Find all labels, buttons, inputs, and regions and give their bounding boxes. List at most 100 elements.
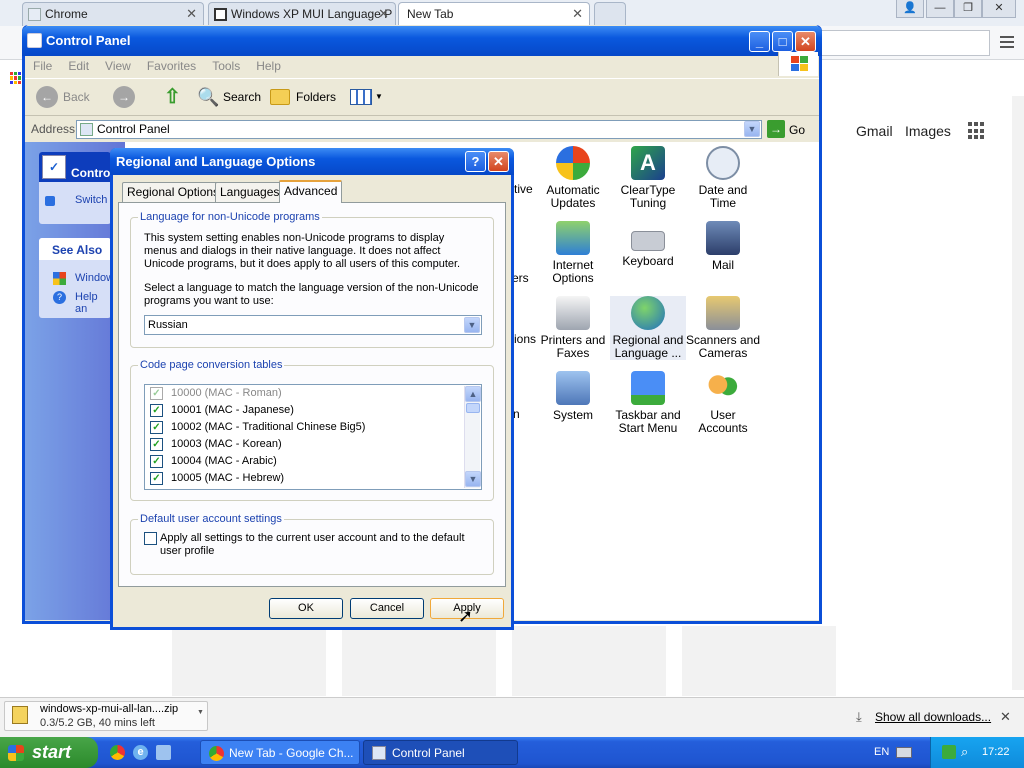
list-item[interactable]: ✓ 10003 (MAC - Korean): [150, 436, 282, 453]
checkbox[interactable]: ✓: [150, 420, 163, 434]
maximize-button[interactable]: □: [772, 31, 793, 52]
apps-icon[interactable]: [10, 72, 22, 84]
chrome-tab-new-tab[interactable]: New Tab ✕: [398, 2, 590, 26]
list-item[interactable]: ✓ 10000 (MAC - Roman): [150, 385, 282, 402]
search-button[interactable]: Search: [223, 86, 261, 108]
list-item[interactable]: ✓ 10005 (MAC - Hebrew): [150, 470, 284, 487]
taskbar-item-control-panel[interactable]: Control Panel: [363, 740, 518, 765]
menu-file[interactable]: File: [25, 56, 60, 76]
go-arrow-icon[interactable]: →: [767, 120, 785, 138]
back-button[interactable]: Back: [63, 86, 90, 108]
most-visited-tile[interactable]: [512, 626, 666, 696]
close-button[interactable]: ✕: [795, 31, 816, 52]
user-accounts-item[interactable]: User Accounts: [685, 371, 761, 435]
search-icon[interactable]: ⌕: [961, 744, 968, 760]
tab-languages[interactable]: Languages: [215, 182, 285, 202]
checkbox[interactable]: ✓: [150, 437, 163, 451]
security-icon[interactable]: [942, 745, 956, 759]
apply-all-checkbox[interactable]: [144, 532, 157, 545]
views-icon[interactable]: [350, 89, 372, 105]
scanners-and-cameras-item[interactable]: Scanners and Cameras: [685, 296, 761, 360]
google-apps-icon[interactable]: [968, 122, 986, 140]
list-scrollbar[interactable]: ▲ ▼: [464, 386, 481, 488]
omnibox[interactable]: [820, 30, 990, 56]
new-tab-button[interactable]: [594, 2, 626, 26]
chevron-down-icon[interactable]: ▼: [464, 317, 480, 333]
regional-and-language-item[interactable]: Regional and Language ...: [610, 296, 686, 360]
help-link[interactable]: Help an: [75, 291, 111, 315]
keyboard-icon[interactable]: [896, 747, 912, 758]
scroll-up-icon[interactable]: ▲: [465, 386, 481, 402]
most-visited-tile[interactable]: [342, 626, 496, 696]
date-and-time-item[interactable]: Date and Time: [685, 146, 761, 210]
list-item[interactable]: ✓ 10002 (MAC - Traditional Chinese Big5): [150, 419, 365, 436]
apply-all-label[interactable]: Apply all settings to the current user a…: [160, 532, 480, 558]
taskbar-and-start-menu-item[interactable]: Taskbar and Start Menu: [610, 371, 686, 435]
minimize-button[interactable]: —: [926, 0, 954, 18]
up-folder-icon[interactable]: ⇧: [164, 86, 186, 108]
internet-options-item[interactable]: Internet Options: [535, 221, 611, 285]
close-icon[interactable]: ✕: [186, 3, 197, 25]
close-icon[interactable]: ✕: [378, 3, 389, 25]
close-button[interactable]: ✕: [488, 151, 509, 172]
keyboard-item[interactable]: Keyboard: [610, 221, 686, 268]
chevron-down-icon[interactable]: ▼: [375, 92, 383, 101]
cancel-button[interactable]: Cancel: [350, 598, 424, 619]
list-item[interactable]: ✓ 10001 (MAC - Japanese): [150, 402, 294, 419]
address-field[interactable]: Control Panel: [76, 120, 762, 139]
user-icon[interactable]: 👤: [896, 0, 924, 18]
scroll-down-icon[interactable]: ▼: [465, 471, 481, 487]
taskbar-item-new-tab[interactable]: New Tab - Google Ch...: [200, 740, 360, 765]
close-icon[interactable]: ✕: [1000, 709, 1011, 725]
tab-advanced[interactable]: Advanced: [279, 180, 343, 203]
menu-favorites[interactable]: Favorites: [139, 56, 204, 76]
switch-view-link[interactable]: Switch: [75, 194, 107, 206]
chevron-down-icon[interactable]: ▼: [197, 709, 204, 716]
most-visited-tile[interactable]: [172, 626, 326, 696]
images-link[interactable]: Images: [905, 123, 951, 139]
checkbox[interactable]: ✓: [150, 403, 163, 417]
scroll-thumb[interactable]: [466, 403, 480, 413]
menu-help[interactable]: Help: [248, 56, 289, 76]
menu-view[interactable]: View: [97, 56, 139, 76]
folders-button[interactable]: Folders: [296, 86, 336, 108]
automatic-updates-item[interactable]: Automatic Updates: [535, 146, 611, 210]
ok-button[interactable]: OK: [269, 598, 343, 619]
back-arrow-icon[interactable]: ←: [36, 86, 58, 108]
go-button[interactable]: Go: [789, 123, 805, 137]
windows-update-link[interactable]: Window: [75, 272, 114, 284]
minimize-button[interactable]: _: [749, 31, 770, 52]
checkbox[interactable]: ✓: [150, 471, 163, 485]
menu-tools[interactable]: Tools: [204, 56, 248, 76]
menu-edit[interactable]: Edit: [60, 56, 97, 76]
checkbox[interactable]: ✓: [150, 386, 163, 400]
restore-button[interactable]: ❐: [954, 0, 982, 18]
list-item[interactable]: ✓ 10004 (MAC - Arabic): [150, 453, 277, 470]
control-panel-titlebar[interactable]: Control Panel: [22, 26, 822, 56]
close-icon[interactable]: ✕: [572, 3, 583, 25]
checkbox[interactable]: ✓: [150, 454, 163, 468]
most-visited-tile[interactable]: [682, 626, 836, 696]
chrome-icon[interactable]: [110, 745, 125, 760]
internet-explorer-icon[interactable]: e: [133, 745, 148, 760]
system-item[interactable]: System: [535, 371, 611, 422]
mail-item[interactable]: Mail: [685, 221, 761, 272]
dialog-titlebar[interactable]: Regional and Language Options: [110, 148, 514, 175]
language-select[interactable]: Russian: [144, 315, 482, 335]
show-all-downloads-link[interactable]: Show all downloads...: [875, 710, 991, 724]
chrome-tab-windows-xp-mui[interactable]: Windows XP MUI Language P ✕: [208, 2, 396, 26]
close-window-button[interactable]: ✕: [982, 0, 1016, 18]
desktop-icon[interactable]: [156, 745, 171, 760]
gmail-link[interactable]: Gmail: [856, 123, 893, 139]
tab-regional-options[interactable]: Regional Options: [122, 182, 225, 202]
chevron-down-icon[interactable]: ▼: [744, 121, 760, 137]
start-button[interactable]: start: [0, 737, 98, 768]
printers-and-faxes-item[interactable]: Printers and Faxes: [535, 296, 611, 360]
chrome-tab-chrome[interactable]: Chrome ✕: [22, 2, 204, 26]
chrome-menu-icon[interactable]: [998, 33, 1016, 51]
page-scrollbar[interactable]: [1012, 96, 1024, 690]
language-indicator[interactable]: EN: [874, 746, 889, 758]
cleartype-tuning-item[interactable]: A ClearType Tuning: [610, 146, 686, 210]
help-icon[interactable]: ?: [465, 151, 486, 172]
forward-arrow-icon[interactable]: →: [113, 86, 135, 108]
